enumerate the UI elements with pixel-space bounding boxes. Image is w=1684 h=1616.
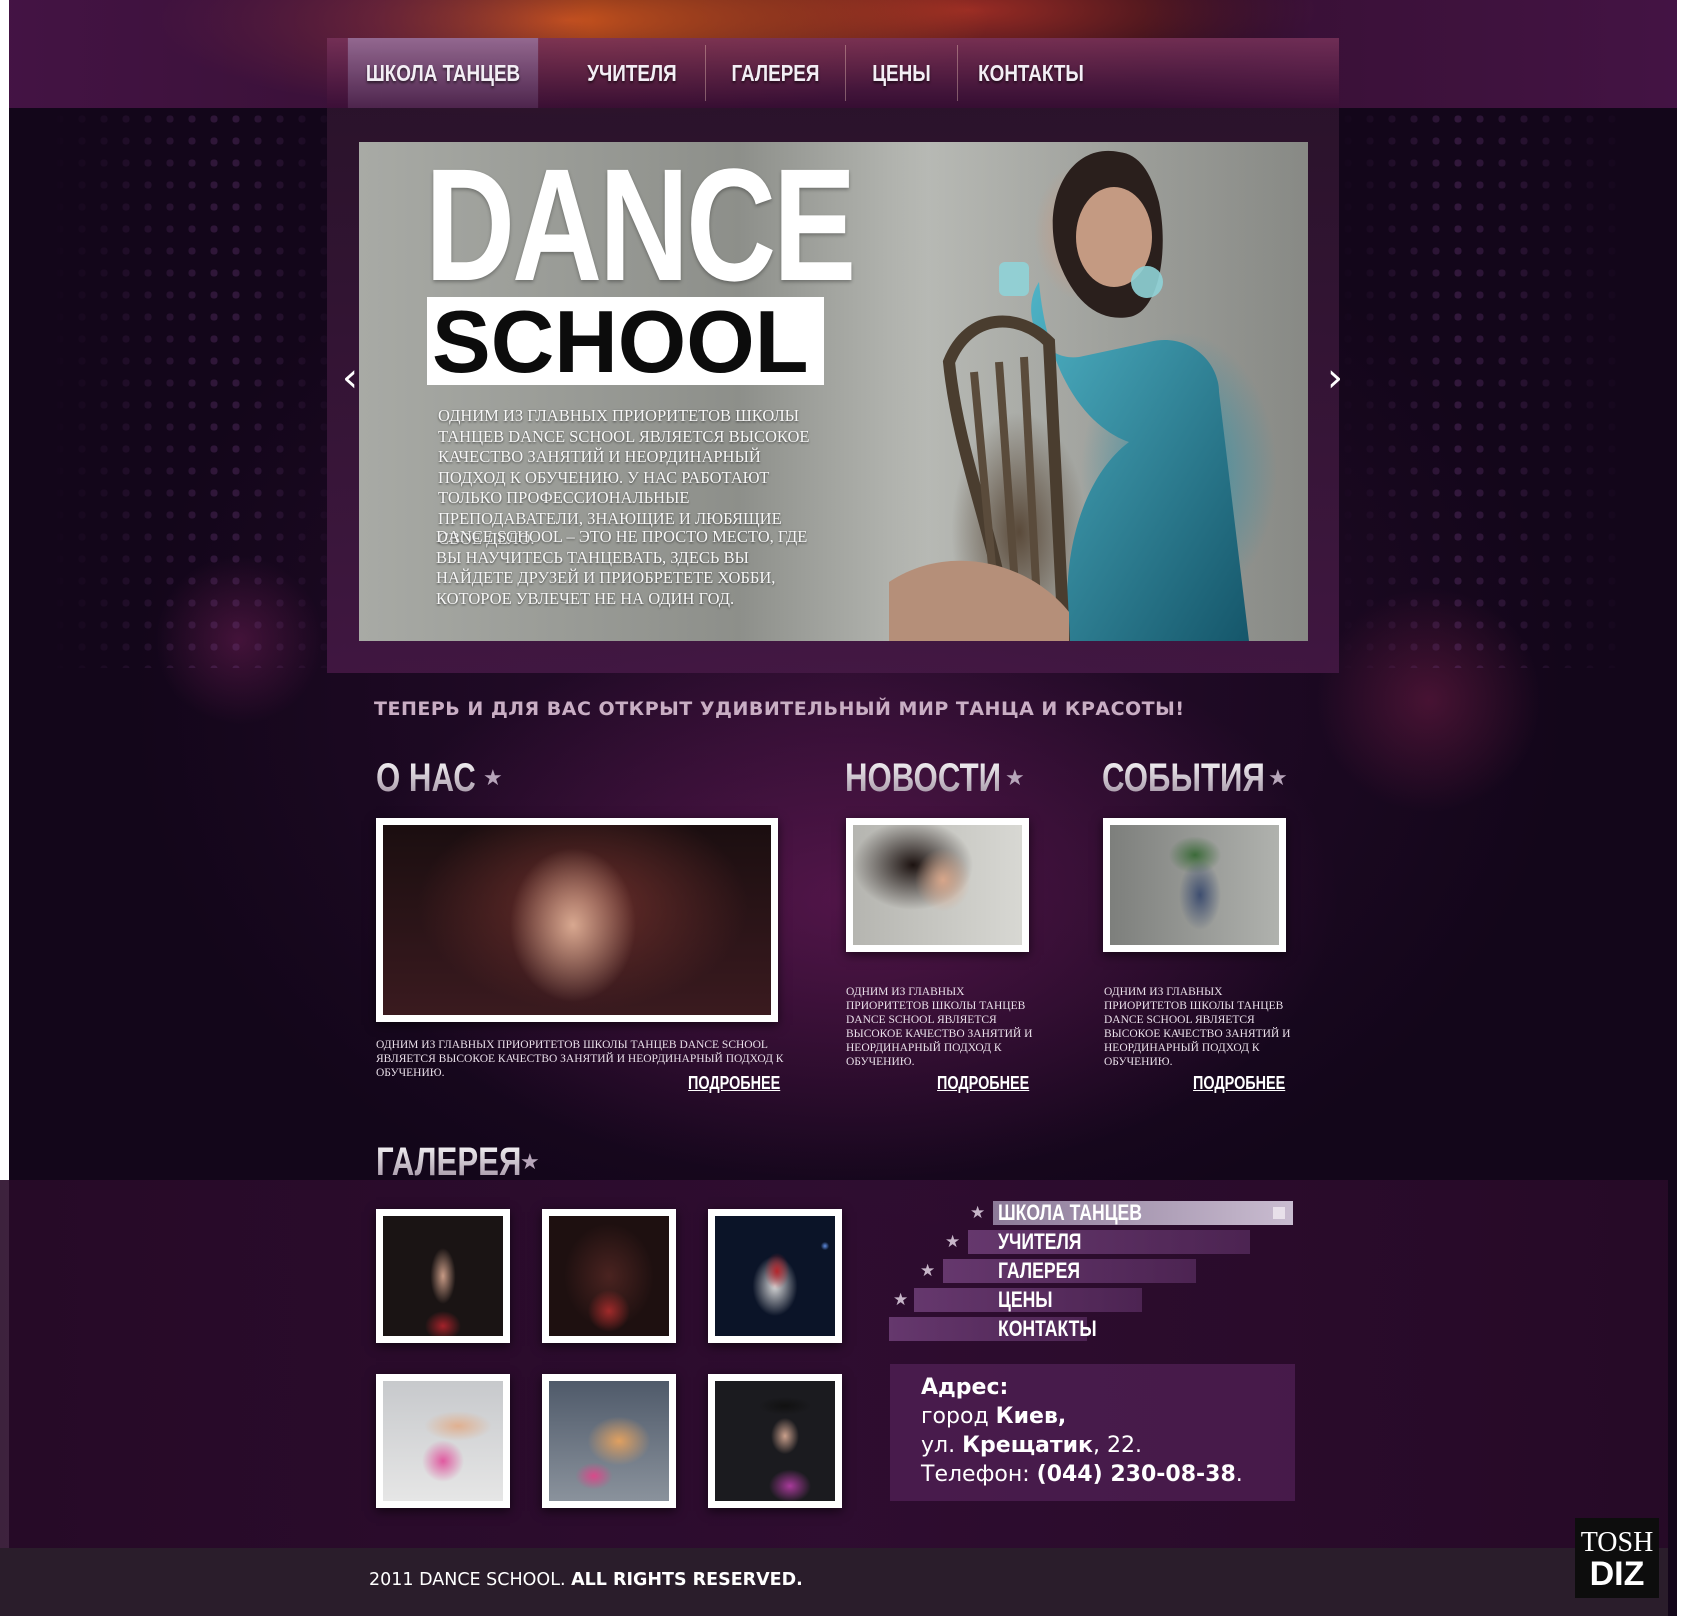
footer-menu-teachers[interactable]: УЧИТЕЛЯ [998,1229,1081,1255]
gallery-thumb[interactable] [708,1209,842,1343]
nav-item-school[interactable]: ШКОЛА ТАНЦЕВ [347,38,539,108]
author-badge: TOSH DIZ [1575,1518,1659,1598]
address-street-line: ул. Крещатик, 22. [921,1432,1142,1460]
star-icon: ★ [920,1261,936,1281]
footer: 2011 DANCE SCHOOL. ALL RIGHTS RESERVED. [0,1548,1668,1616]
gallery-thumb-image [715,1216,835,1336]
nav-item-teachers[interactable]: УЧИТЕЛЯ [572,38,692,108]
badge-line-2: DIZ [1589,1555,1645,1593]
events-photo [1103,818,1286,952]
footer-menu-contacts[interactable]: КОНТАКТЫ [998,1316,1097,1342]
footer-menu-gallery[interactable]: ГАЛЕРЕЯ [998,1258,1080,1284]
address-label-line: Адрес: [921,1374,1008,1402]
address-city: Киев, [995,1404,1067,1429]
section-title-about: О НАС [376,756,476,800]
gallery-thumb[interactable] [542,1209,676,1343]
star-icon: ★ [893,1290,909,1310]
decor-dots-left [49,108,349,668]
gallery-thumb-image [383,1381,503,1501]
nav-label: ГАЛЕРЕЯ [731,59,820,86]
copyright-rights: ALL RIGHTS RESERVED. [571,1570,803,1590]
gallery-thumb-image [383,1216,503,1336]
hero-photo [889,142,1308,641]
gallery-thumb-image [549,1381,669,1501]
copyright: 2011 DANCE SCHOOL. ALL RIGHTS RESERVED. [369,1570,803,1590]
nav-item-gallery[interactable]: ГАЛЕРЕЯ [719,38,833,108]
address-phone-suffix: . [1235,1462,1243,1487]
address-city-line: город Киев, [921,1403,1066,1431]
address-street-prefix: ул. [921,1433,963,1458]
hero-title-school: SCHOOL [432,292,809,391]
top-nav: ШКОЛА ТАНЦЕВ УЧИТЕЛЯ ГАЛЕРЕЯ ЦЕНЫ КОНТАК… [327,38,1339,108]
news-photo [846,818,1029,952]
gallery-title: ГАЛЕРЕЯ [376,1140,522,1184]
nav-label: ЦЕНЫ [872,59,931,86]
section-title-events: СОБЫТИЯ [1102,756,1265,800]
address-city-prefix: город [921,1404,996,1429]
news-more-link[interactable]: ПОДРОБНЕЕ [937,1073,1029,1094]
gallery-thumb[interactable] [376,1374,510,1508]
events-more-link[interactable]: ПОДРОБНЕЕ [1193,1073,1285,1094]
tagline: ТЕПЕРЬ И ДЛЯ ВАС ОТКРЫТ УДИВИТЕЛЬНЫЙ МИР… [374,698,1185,720]
nav-item-prices[interactable]: ЦЕНЫ [856,38,947,108]
news-photo-image [853,825,1022,945]
badge-line-1: TOSH [1580,1527,1654,1558]
decor-dots-right [1337,108,1637,668]
nav-separator [845,45,846,101]
address-phone[interactable]: (044) 230-08-38 [1037,1462,1236,1487]
about-photo-image [383,825,771,1015]
address-label: Адрес: [921,1375,1009,1400]
copyright-year: 2011 DANCE SCHOOL. [369,1570,566,1590]
nav-item-contacts[interactable]: КОНТАКТЫ [971,38,1091,108]
nav-separator [705,45,706,101]
address-phone-prefix: Телефон: [921,1462,1037,1487]
star-icon: ★ [483,766,503,791]
nav-separator [957,45,958,101]
hero-paragraph-2: DANCE SCHOOL – это не просто место, где … [436,527,808,608]
gallery-thumb-image [549,1216,669,1336]
chevron-right-icon[interactable]: › [1327,358,1349,398]
nav-label: КОНТАКТЫ [978,59,1084,86]
address-street: Крещатик [962,1433,1093,1458]
events-text: Одним из главных приоритетов школы танце… [1104,986,1291,1068]
gallery-thumb[interactable] [542,1374,676,1508]
footer-menu-prices[interactable]: ЦЕНЫ [998,1287,1053,1313]
address-phone-line: Телефон: (044) 230-08-38. [921,1461,1243,1489]
star-icon: ★ [1268,766,1288,791]
chevron-left-icon[interactable]: ‹ [342,358,364,398]
menu-bar-handle [1273,1207,1285,1219]
address-street-suffix: , 22. [1093,1433,1142,1458]
about-more-link[interactable]: ПОДРОБНЕЕ [688,1073,780,1094]
nav-label: УЧИТЕЛЯ [587,59,677,86]
gallery-thumb[interactable] [376,1209,510,1343]
about-photo [376,818,778,1022]
gallery-thumb[interactable] [708,1374,842,1508]
news-text: Одним из главных приоритетов школы танце… [846,986,1033,1068]
star-icon: ★ [945,1232,961,1252]
star-icon: ★ [1005,766,1025,791]
footer-menu-school[interactable]: ШКОЛА ТАНЦЕВ [998,1200,1142,1226]
hero-title-dance: DANCE [425,135,856,314]
section-title-news: НОВОСТИ [845,756,1002,800]
star-icon: ★ [520,1150,540,1175]
events-photo-image [1110,825,1279,945]
star-icon: ★ [970,1203,986,1223]
gallery-thumb-image [715,1381,835,1501]
hero-photo-illustration [889,150,1249,641]
address-box: Адрес: город Киев, ул. Крещатик, 22. Тел… [890,1364,1295,1501]
nav-label: ШКОЛА ТАНЦЕВ [365,59,521,86]
